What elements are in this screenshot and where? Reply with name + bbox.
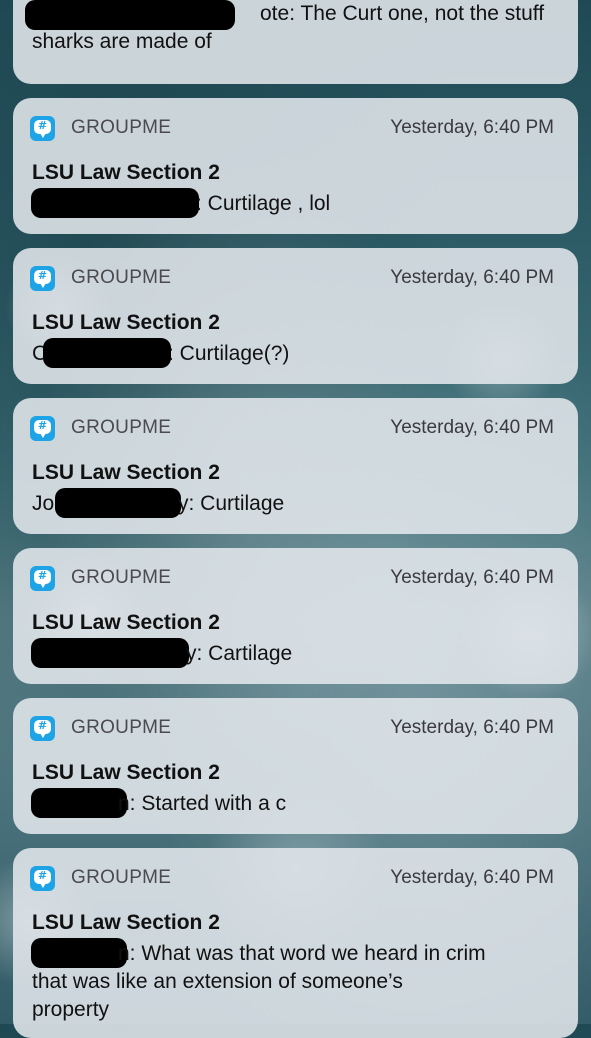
- notification-title: LSU Law Section 2: [32, 161, 220, 184]
- notification-time: Yesterday, 6:40 PM: [390, 717, 554, 738]
- notification-card[interactable]: # GROUPME Yesterday, 6:40 PM LSU Law Sec…: [13, 398, 578, 534]
- notification-title: LSU Law Section 2: [32, 311, 220, 334]
- notification-card[interactable]: # GROUPME Yesterday, 6:40 PM LSU Law Sec…: [13, 248, 578, 384]
- notification-message: y: Curtilage: [178, 492, 285, 515]
- notification-header: # GROUPME Yesterday, 6:40 PM: [30, 415, 554, 441]
- groupme-icon: #: [30, 865, 55, 891]
- notification-message: y: Cartilage: [186, 642, 293, 665]
- groupme-icon: #: [30, 565, 55, 591]
- notification-time: Yesterday, 6:40 PM: [390, 117, 554, 138]
- notification-time: Yesterday, 6:40 PM: [390, 267, 554, 288]
- notification-header: # GROUPME Yesterday, 6:40 PM: [30, 265, 554, 291]
- notification-header: # GROUPME Yesterday, 6:40 PM: [30, 565, 554, 591]
- notification-header: # GROUPME Yesterday, 6:40 PM: [30, 115, 554, 141]
- notification-header: # GROUPME Yesterday, 6:40 PM: [30, 715, 554, 741]
- app-name: GROUPME: [71, 117, 172, 138]
- notification-header: # GROUPME Yesterday, 6:40 PM: [30, 865, 554, 891]
- notification-title: LSU Law Section 2: [32, 911, 220, 934]
- notification-card[interactable]: # GROUPME Yesterday, 6:40 PM LSU Law Sec…: [13, 848, 578, 1038]
- notification-card-partial[interactable]: ote: The Curt one, not the stuff sharks …: [13, 0, 578, 84]
- app-name: GROUPME: [71, 867, 172, 888]
- app-name: GROUPME: [71, 417, 172, 438]
- app-name: GROUPME: [71, 567, 172, 588]
- notification-message: : Curtilage , lol: [196, 192, 331, 215]
- notification-time: Yesterday, 6:40 PM: [390, 417, 554, 438]
- notification-message: : Curtilage(?): [168, 342, 290, 365]
- app-name: GROUPME: [71, 717, 172, 738]
- notification-card[interactable]: # GROUPME Yesterday, 6:40 PM LSU Law Sec…: [13, 98, 578, 234]
- notification-title: LSU Law Section 2: [32, 611, 220, 634]
- notification-time: Yesterday, 6:40 PM: [390, 567, 554, 588]
- groupme-icon: #: [30, 265, 55, 291]
- groupme-icon: #: [30, 415, 55, 441]
- notification-title: LSU Law Section 2: [32, 461, 220, 484]
- notification-card[interactable]: # GROUPME Yesterday, 6:40 PM LSU Law Sec…: [13, 548, 578, 684]
- notification-message: n: Started with a c: [118, 792, 287, 815]
- notification-message: n: What was that word we heard in crim t…: [32, 942, 486, 1021]
- notification-title: LSU Law Section 2: [32, 761, 220, 784]
- notification-message: ote: The Curt one, not the stuff sharks …: [32, 2, 545, 53]
- notification-time: Yesterday, 6:40 PM: [390, 867, 554, 888]
- app-name: GROUPME: [71, 267, 172, 288]
- groupme-icon: #: [30, 115, 55, 141]
- groupme-icon: #: [30, 715, 55, 741]
- notification-card[interactable]: # GROUPME Yesterday, 6:40 PM LSU Law Sec…: [13, 698, 578, 834]
